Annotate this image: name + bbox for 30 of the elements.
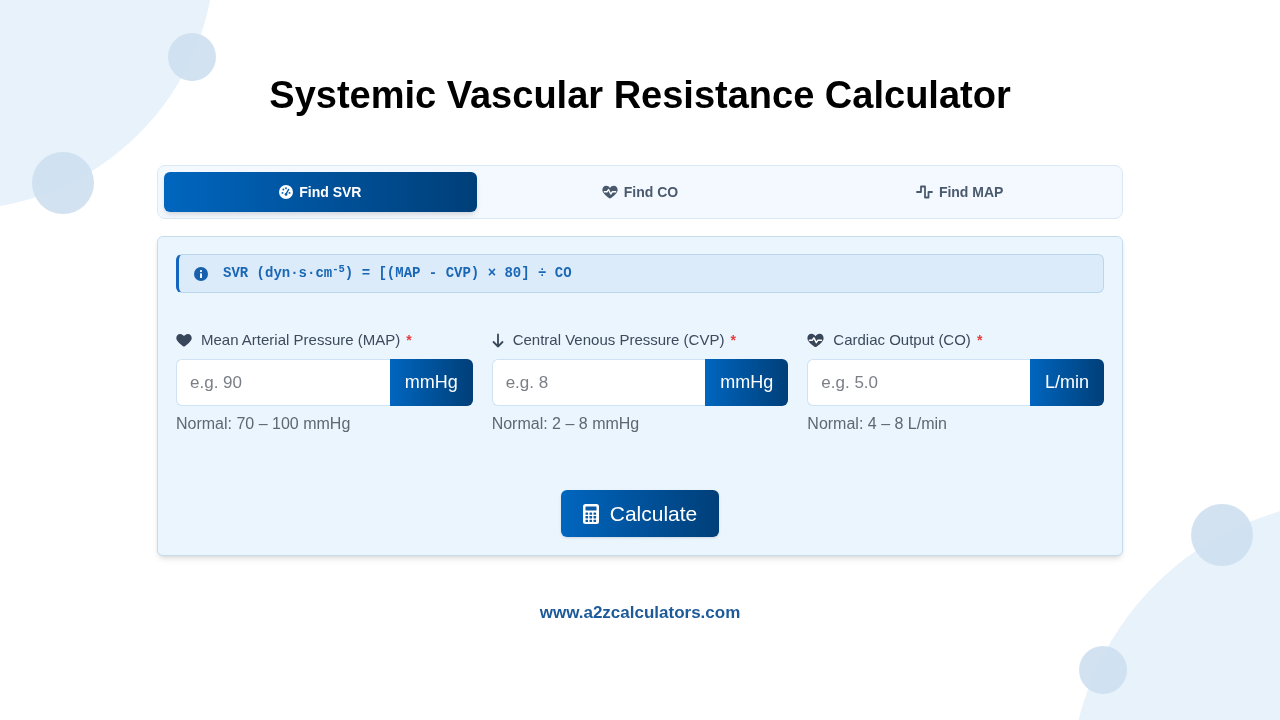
square-wave-icon [915,185,933,199]
normal-range-hint: Normal: 4 – 8 L/min [807,415,948,433]
info-icon [194,266,208,281]
heart-icon [176,333,192,347]
input-field[interactable]: e.g. 90 [176,359,390,406]
gauge-icon [279,185,294,199]
formula-text: SVR (dyn·s·cm$^{-5}$) = [(MAP - CVP) × 80] ÷ CO [223,263,572,283]
field-label: Mean Arterial Pressure (MAP) [201,331,401,349]
normal-range-hint: Normal: 2 – 8 mmHg [491,415,641,433]
footer-url: www.a2zcalculators.com [539,603,741,623]
tab[interactable]: Find CO [483,172,797,212]
field-label: Cardiac Output (CO) [833,331,971,349]
calculate-button[interactable]: Calculate [560,490,720,537]
unit-label: L/min [1029,359,1104,406]
heart-pulse-icon [807,332,825,348]
required-mark: * [976,331,983,349]
normal-range-hint: Normal: 70 – 100 mmHg [176,415,352,433]
page-title: Systemic Vascular Resistance Calculator [269,73,1011,118]
arrow-down-icon [491,332,504,348]
input-field[interactable]: e.g. 5.0 [807,359,1030,406]
required-mark: * [730,331,736,349]
unit-label: mmHg [705,359,789,406]
calculator-icon [582,503,599,524]
field-label: Central Venous Pressure (CVP) [512,331,725,349]
required-mark: * [406,331,412,349]
unit-label: mmHg [389,359,473,406]
input-field[interactable]: e.g. 8 [491,359,706,406]
heart-pulse-icon [601,185,618,199]
tab[interactable]: Find SVR [164,172,477,212]
tab[interactable]: Find MAP [803,172,1116,212]
